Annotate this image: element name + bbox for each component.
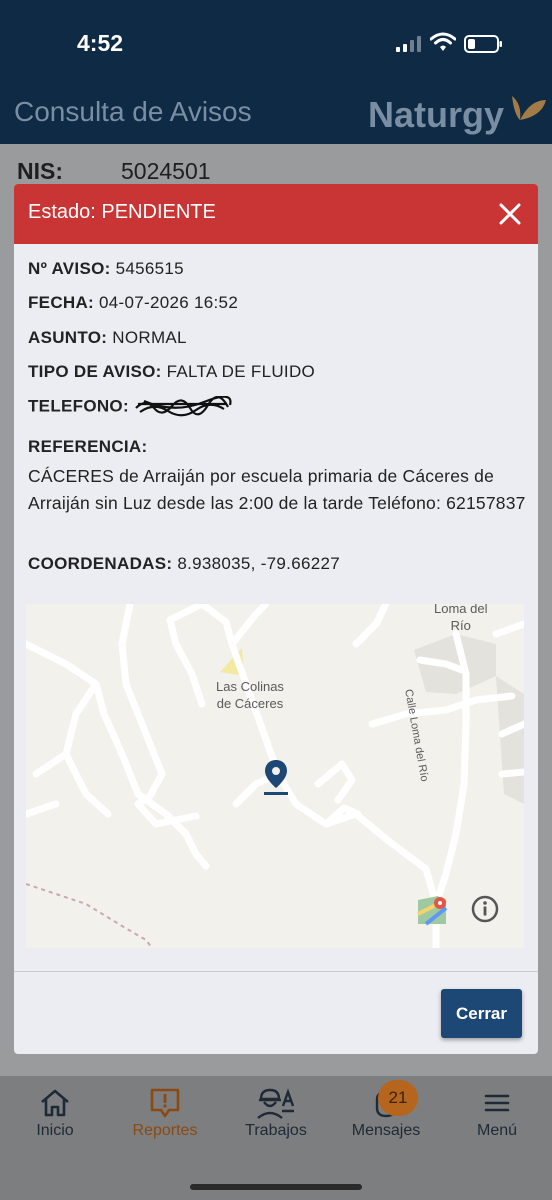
modal-header: Estado: PENDIENTE: [14, 184, 538, 244]
app-header: Consulta de Avisos Naturgy: [0, 86, 552, 144]
modal-status-title: Estado: PENDIENTE: [28, 201, 216, 223]
nav-label-reportes: Reportes: [132, 1122, 198, 1139]
map-corner-label: Loma del Río: [434, 604, 487, 634]
coordenadas-row: COORDENADAS: 8.938035, -79.66227: [28, 554, 340, 574]
home-icon: [41, 1089, 69, 1117]
fecha-label: FECHA:: [28, 293, 95, 312]
modal-divider: [14, 971, 538, 972]
map-pin-icon: [264, 760, 288, 795]
referencia-value: CÁCERES de Arraiján por escuela primaria…: [28, 466, 526, 513]
nav-label-menu: Menú: [476, 1122, 518, 1139]
nav-item-menu[interactable]: Menú: [449, 1086, 545, 1140]
tipo-aviso-label: TIPO DE AVISO:: [28, 362, 162, 381]
asunto-value: NORMAL: [112, 328, 187, 347]
fecha-row: FECHA: 04-07-2026 16:52: [28, 293, 238, 313]
telefono-label: TELEFONO:: [28, 396, 129, 416]
nis-value: 5024501: [121, 158, 211, 184]
fecha-value: 04-07-2026 16:52: [99, 293, 239, 312]
messages-count-badge: 21: [378, 1080, 418, 1116]
maps-app-icon[interactable]: [416, 894, 450, 926]
location-map[interactable]: Las Colinas de Cáceres Loma del Río Call…: [26, 604, 524, 948]
aviso-detail-modal: Estado: PENDIENTE Nº AVISO: 5456515 FECH…: [14, 184, 538, 1054]
coordenadas-label: COORDENADAS:: [28, 554, 173, 573]
map-place-line-1: Las Colinas: [216, 679, 284, 694]
tipo-aviso-row: TIPO DE AVISO: FALTA DE FLUIDO: [28, 362, 315, 382]
map-corner-line-1: Loma del: [434, 604, 488, 616]
wifi-icon: [430, 32, 456, 51]
home-indicator: [190, 1184, 362, 1190]
aviso-number-row: Nº AVISO: 5456515: [28, 259, 184, 279]
nav-item-trabajos[interactable]: Trabajos: [228, 1086, 324, 1140]
tipo-aviso-value: FALTA DE FLUIDO: [166, 362, 316, 381]
brand-logo: Naturgy: [368, 94, 505, 135]
coordenadas-value: 8.938035, -79.66227: [177, 554, 340, 573]
page-title: Consulta de Avisos: [14, 96, 252, 127]
referencia-label: REFERENCIA:: [28, 437, 148, 456]
referencia-row: REFERENCIA:: [28, 437, 147, 457]
nav-label-trabajos: Trabajos: [245, 1122, 307, 1139]
map-corner-line-2: Río: [450, 618, 471, 633]
cerrar-button[interactable]: Cerrar: [441, 989, 522, 1038]
aviso-number-value: 5456515: [115, 259, 184, 278]
nav-label-inicio: Inicio: [36, 1122, 74, 1139]
telefono-row: TELEFONO:: [28, 396, 232, 418]
map-place-label: Las Colinas de Cáceres: [216, 678, 284, 712]
asunto-label: ASUNTO:: [28, 328, 108, 347]
nis-label: NIS:: [17, 158, 63, 184]
close-icon[interactable]: [494, 198, 526, 230]
bottom-navigation: Inicio Reportes Trabajos Mensajes Menú: [0, 1076, 552, 1200]
nav-item-inicio[interactable]: Inicio: [7, 1086, 103, 1140]
redacted-scribble: [135, 396, 232, 417]
status-bar: 4:52: [0, 0, 552, 86]
map-place-line-2: de Cáceres: [216, 696, 284, 711]
cellular-signal-icon: [396, 36, 421, 52]
map-info-icon[interactable]: [470, 894, 500, 924]
status-time: 4:52: [77, 30, 124, 56]
battery-icon: [464, 35, 502, 53]
report-icon: [150, 1088, 180, 1118]
nav-item-reportes[interactable]: Reportes: [117, 1086, 213, 1140]
butterfly-logo-icon: [512, 96, 546, 120]
aviso-number-label: Nº AVISO:: [28, 259, 111, 278]
menu-icon: [484, 1094, 510, 1112]
worker-icon: [257, 1088, 295, 1119]
nav-label-mensajes: Mensajes: [351, 1122, 421, 1139]
asunto-row: ASUNTO: NORMAL: [28, 328, 187, 348]
